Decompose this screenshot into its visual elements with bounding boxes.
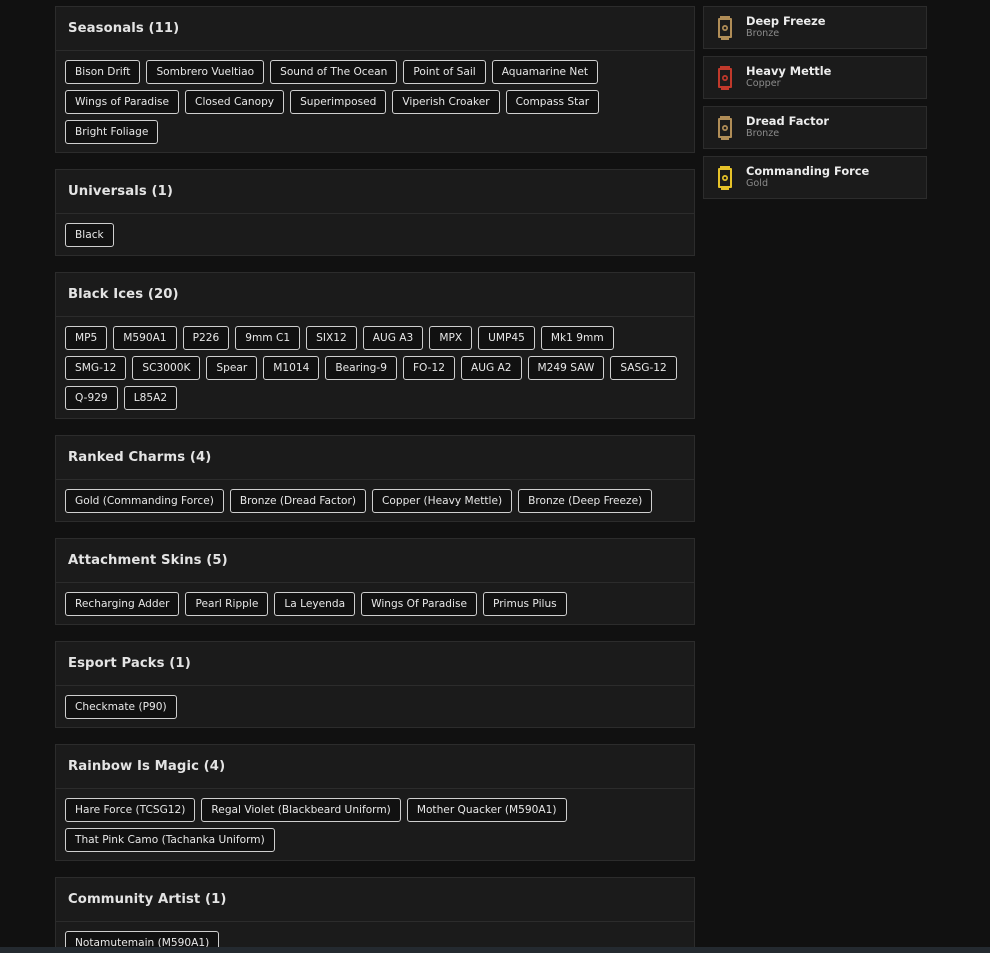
item-tag[interactable]: Recharging Adder bbox=[65, 592, 180, 616]
section-universals: Universals (1) Black bbox=[55, 169, 695, 256]
item-tag[interactable]: SASG-12 bbox=[610, 356, 677, 380]
item-tag[interactable]: P226 bbox=[182, 326, 230, 350]
item-tag[interactable]: Compass Star bbox=[505, 90, 600, 114]
page: Seasonals (11) Bison Drift Sombrero Vuelti… bbox=[0, 0, 990, 953]
section-ranked-charms: Ranked Charms (4) Gold (Commanding Force)… bbox=[55, 435, 695, 522]
item-tag[interactable]: Mk1 9mm bbox=[540, 326, 614, 350]
charm-name: Heavy Mettle bbox=[746, 64, 832, 78]
section-esport-packs: Esport Packs (1) Checkmate (P90) bbox=[55, 641, 695, 728]
item-tag[interactable]: Regal Violet (Blackbeard Uniform) bbox=[201, 798, 401, 822]
item-tag[interactable]: L85A2 bbox=[123, 386, 178, 410]
item-tag[interactable]: Bearing-9 bbox=[325, 356, 397, 380]
item-tag[interactable]: Bronze (Dread Factor) bbox=[229, 489, 366, 513]
item-tag[interactable]: Bison Drift bbox=[65, 60, 141, 84]
item-tag[interactable]: M1014 bbox=[263, 356, 320, 380]
item-tag[interactable]: Copper (Heavy Mettle) bbox=[371, 489, 513, 513]
item-tag[interactable]: Aquamarine Net bbox=[491, 60, 599, 84]
item-tag[interactable]: Viperish Croaker bbox=[392, 90, 500, 114]
charm-tier: Copper bbox=[746, 78, 781, 89]
charm-name: Deep Freeze bbox=[746, 14, 826, 28]
tag-list: Checkmate (P90) bbox=[56, 686, 694, 727]
item-tag[interactable]: Q-929 bbox=[65, 386, 118, 410]
item-tag[interactable]: La Leyenda bbox=[274, 592, 356, 616]
item-tag[interactable]: MP5 bbox=[65, 326, 108, 350]
charm-card-commanding-force[interactable]: Commanding Force Gold bbox=[703, 156, 927, 199]
charm-tier: Bronze bbox=[746, 128, 780, 139]
item-tag[interactable]: Closed Canopy bbox=[185, 90, 285, 114]
item-tag[interactable]: Spear bbox=[206, 356, 258, 380]
section-title: Attachment Skins (5) bbox=[56, 539, 694, 583]
item-tag[interactable]: UMP45 bbox=[478, 326, 535, 350]
item-tag[interactable]: Pearl Ripple bbox=[185, 592, 269, 616]
tag-list: Bison Drift Sombrero Vueltiao Sound of The… bbox=[56, 51, 694, 152]
item-tag[interactable]: AUG A2 bbox=[460, 356, 522, 380]
section-title: Black Ices (20) bbox=[56, 273, 694, 317]
item-tag[interactable]: M590A1 bbox=[113, 326, 177, 350]
item-tag[interactable]: AUG A3 bbox=[362, 326, 424, 350]
charm-tier: Gold bbox=[746, 178, 769, 189]
item-tag[interactable]: SIX12 bbox=[306, 326, 357, 350]
section-rainbow-is-magic: Rainbow Is Magic (4) Hare Force (TCSG12) R… bbox=[55, 744, 695, 861]
charm-name: Dread Factor bbox=[746, 114, 830, 128]
item-tag[interactable]: Primus Pilus bbox=[483, 592, 567, 616]
item-tag[interactable]: SMG-12 bbox=[65, 356, 127, 380]
item-tag[interactable]: Hare Force (TCSG12) bbox=[65, 798, 196, 822]
section-title: Ranked Charms (4) bbox=[56, 436, 694, 480]
item-tag[interactable]: Sombrero Vueltiao bbox=[146, 60, 265, 84]
item-tag[interactable]: Bright Foliage bbox=[65, 120, 159, 144]
item-tag[interactable]: Mother Quacker (M590A1) bbox=[406, 798, 567, 822]
section-title: Esport Packs (1) bbox=[56, 642, 694, 686]
bronze-charm-icon bbox=[716, 115, 734, 140]
ranked-charms-sidebar: Deep Freeze Bronze Heavy Mettle Copper Dread… bbox=[703, 6, 927, 206]
section-black-ices: Black Ices (20) MP5 M590A1 P226 9mm C1 SIX12 A… bbox=[55, 272, 695, 419]
tag-list: Recharging Adder Pearl Ripple La Leyenda Wi… bbox=[56, 583, 694, 624]
tag-list: Gold (Commanding Force) Bronze (Dread Fac… bbox=[56, 480, 694, 521]
charm-name: Commanding Force bbox=[746, 164, 870, 178]
item-tag[interactable]: MPX bbox=[429, 326, 473, 350]
tag-list: Hare Force (TCSG12) Regal Violet (Blackbe… bbox=[56, 789, 694, 860]
item-tag[interactable]: That Pink Camo (Tachanka Uniform) bbox=[65, 828, 275, 852]
item-tag[interactable]: Superimposed bbox=[290, 90, 387, 114]
section-community-artist: Community Artist (1) Notamutemain (M590A1… bbox=[55, 877, 695, 953]
charm-text: Commanding Force Gold bbox=[746, 165, 869, 190]
horizontal-scrollbar[interactable] bbox=[0, 947, 990, 953]
item-tag[interactable]: Bronze (Deep Freeze) bbox=[518, 489, 653, 513]
gold-charm-icon bbox=[716, 165, 734, 190]
collection-sections: Seasonals (11) Bison Drift Sombrero Vuelti… bbox=[55, 6, 695, 953]
charm-text: Deep Freeze Bronze bbox=[746, 15, 826, 40]
item-tag[interactable]: FO-12 bbox=[402, 356, 455, 380]
item-tag[interactable]: Gold (Commanding Force) bbox=[65, 489, 224, 513]
copper-charm-icon bbox=[716, 65, 734, 90]
item-tag[interactable]: Wings Of Paradise bbox=[361, 592, 477, 616]
item-tag[interactable]: Point of Sail bbox=[403, 60, 486, 84]
section-title: Rainbow Is Magic (4) bbox=[56, 745, 694, 789]
charm-text: Dread Factor Bronze bbox=[746, 115, 829, 140]
charm-card-heavy-mettle[interactable]: Heavy Mettle Copper bbox=[703, 56, 927, 99]
item-tag[interactable]: Sound of The Ocean bbox=[270, 60, 398, 84]
tag-list: Black bbox=[56, 214, 694, 255]
section-seasonals: Seasonals (11) Bison Drift Sombrero Vuelti… bbox=[55, 6, 695, 153]
item-tag[interactable]: 9mm C1 bbox=[235, 326, 301, 350]
item-tag[interactable]: Wings of Paradise bbox=[65, 90, 180, 114]
section-attachment-skins: Attachment Skins (5) Recharging Adder Pear… bbox=[55, 538, 695, 625]
item-tag[interactable]: Checkmate (P90) bbox=[65, 695, 177, 719]
item-tag[interactable]: M249 SAW bbox=[527, 356, 605, 380]
tag-list: MP5 M590A1 P226 9mm C1 SIX12 AUG A3 MPX UMP45 Mk… bbox=[56, 317, 694, 418]
section-title: Universals (1) bbox=[56, 170, 694, 214]
section-title: Community Artist (1) bbox=[56, 878, 694, 922]
item-tag[interactable]: SC3000K bbox=[132, 356, 201, 380]
charm-tier: Bronze bbox=[746, 28, 780, 39]
charm-card-deep-freeze[interactable]: Deep Freeze Bronze bbox=[703, 6, 927, 49]
charm-card-dread-factor[interactable]: Dread Factor Bronze bbox=[703, 106, 927, 149]
charm-text: Heavy Mettle Copper bbox=[746, 65, 831, 90]
section-title: Seasonals (11) bbox=[56, 7, 694, 51]
item-tag[interactable]: Black bbox=[65, 223, 114, 247]
bronze-charm-icon bbox=[716, 15, 734, 40]
